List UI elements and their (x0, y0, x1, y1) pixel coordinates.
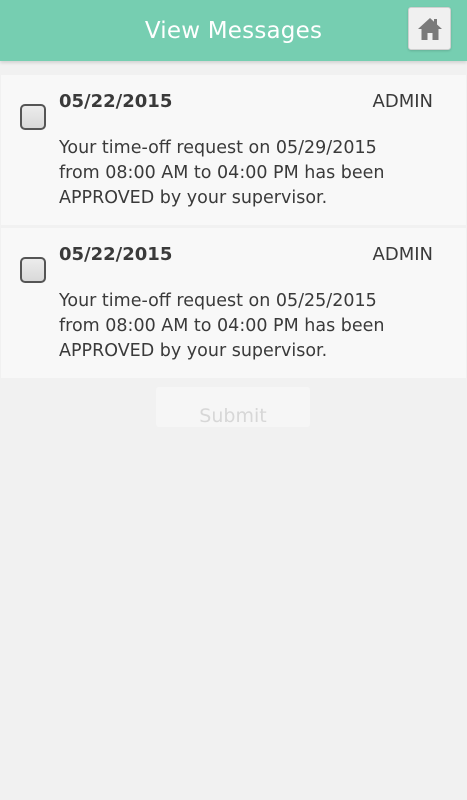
home-button[interactable] (408, 7, 451, 50)
message-body: Your time-off request on 05/25/2015 from… (59, 291, 385, 361)
app-header: View Messages (0, 0, 467, 61)
submit-button[interactable]: Submit (156, 387, 310, 427)
message-sender: ADMIN (372, 91, 433, 112)
message-date: 05/22/2015 (59, 244, 173, 265)
message-item: 05/22/2015 ADMIN Your time-off request o… (1, 228, 466, 378)
message-date: 05/22/2015 (59, 91, 173, 112)
message-item: 05/22/2015 ADMIN Your time-off request o… (1, 75, 466, 225)
message-list: 05/22/2015 ADMIN Your time-off request o… (0, 75, 467, 381)
home-icon (418, 18, 442, 40)
message-checkbox[interactable] (20, 104, 46, 130)
message-body: Your time-off request on 05/29/2015 from… (59, 138, 385, 208)
message-sender: ADMIN (372, 244, 433, 265)
message-checkbox[interactable] (20, 257, 46, 283)
page-title: View Messages (144, 18, 323, 44)
